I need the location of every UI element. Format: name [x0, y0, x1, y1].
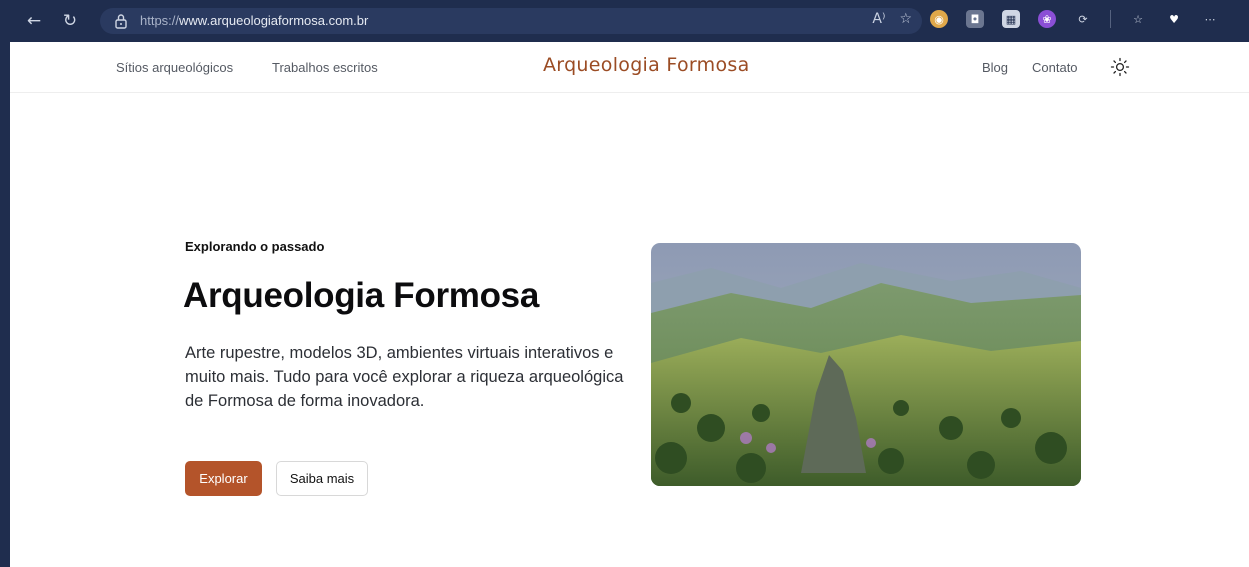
browser-toolbar: ← ↻ https://www.arqueologiaformosa.com.b…: [0, 0, 1249, 42]
extension-icon[interactable]: ◉: [930, 10, 948, 28]
heart-icon[interactable]: ♥: [1165, 10, 1183, 28]
brain-icon[interactable]: ❀: [1038, 10, 1056, 28]
favorite-star-icon[interactable]: ☆: [899, 11, 912, 31]
hero-eyebrow: Explorando o passado: [185, 239, 325, 254]
window-edge: [0, 42, 10, 567]
nav-link-blog[interactable]: Blog: [982, 60, 1008, 75]
address-bar[interactable]: https://www.arqueologiaformosa.com.br A⁾…: [100, 8, 922, 34]
nav-link-sitios[interactable]: Sítios arqueológicos: [116, 60, 233, 75]
url-text[interactable]: https://www.arqueologiaformosa.com.br: [140, 13, 368, 28]
hero-title: Arqueologia Formosa: [183, 276, 540, 315]
qr-icon[interactable]: ▦: [1002, 10, 1020, 28]
sun-icon[interactable]: [1110, 57, 1130, 77]
nav-link-contato[interactable]: Contato: [1032, 60, 1078, 75]
refresh-icon[interactable]: ↻: [58, 9, 82, 33]
back-icon[interactable]: ←: [22, 9, 46, 33]
site-logo[interactable]: Arqueologia Formosa: [543, 54, 750, 76]
favorites-icon[interactable]: ☆: [1129, 10, 1147, 28]
more-icon[interactable]: ⋯: [1201, 10, 1219, 28]
nav-link-trabalhos[interactable]: Trabalhos escritos: [272, 60, 378, 75]
hero-landscape-image: [651, 243, 1081, 486]
saiba-mais-button[interactable]: Saiba mais: [276, 461, 368, 496]
extensions-icon[interactable]: ⟳: [1074, 10, 1092, 28]
read-aloud-icon[interactable]: A⁾: [872, 11, 885, 31]
site-header: Sítios arqueológicos Trabalhos escritos …: [10, 42, 1249, 93]
explorar-button[interactable]: Explorar: [185, 461, 262, 496]
lock-icon[interactable]: [114, 13, 128, 29]
camera-icon[interactable]: ◘: [966, 10, 984, 28]
toolbar-divider: [1110, 10, 1111, 28]
hero-description: Arte rupestre, modelos 3D, ambientes vir…: [185, 344, 624, 410]
web-page: Sítios arqueológicos Trabalhos escritos …: [10, 42, 1249, 567]
